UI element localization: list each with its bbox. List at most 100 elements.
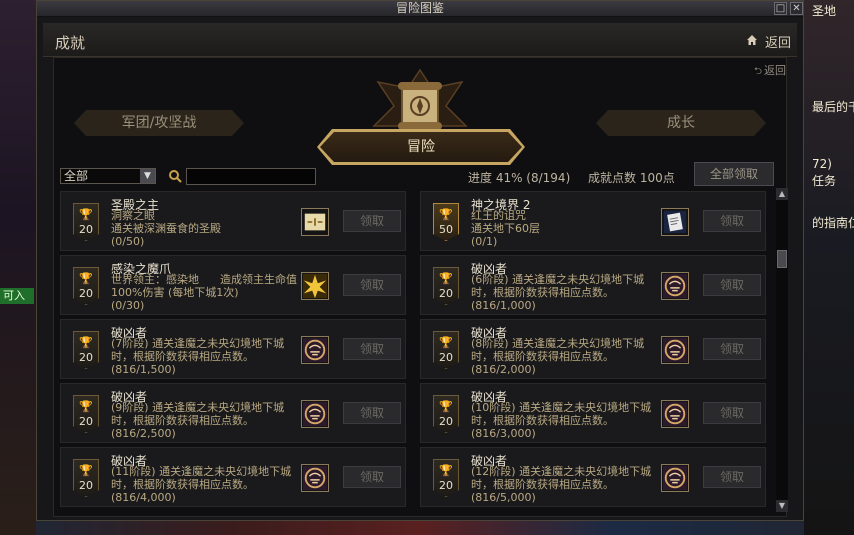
- reward-item[interactable]: [301, 208, 329, 236]
- achievement-progress: (0/50): [111, 235, 145, 248]
- achievement-description: 红王的诅咒 通关地下60层: [471, 209, 540, 235]
- achievement-description: 世界领主：感染地 造成领主生命值100%伤害 (每地下城1次): [111, 273, 297, 299]
- tab-growth[interactable]: 成长: [596, 110, 766, 136]
- bg-guide-text: 的指南仁: [812, 216, 854, 230]
- reward-item[interactable]: [301, 400, 329, 428]
- window-title: 冒险图鉴: [395, 1, 444, 15]
- achievement-points-badge: 🏆 20: [433, 459, 459, 497]
- header-back-button[interactable]: 返回: [765, 32, 791, 51]
- window-close-button[interactable]: ✕: [790, 2, 803, 15]
- achievement-points-badge: 🏆 20: [73, 459, 99, 497]
- trophy-icon: 🏆: [79, 272, 93, 285]
- scroll-up-icon[interactable]: ▲: [776, 188, 788, 200]
- map-scroll-icon: [302, 213, 328, 239]
- reward-item[interactable]: [661, 400, 689, 428]
- reward-item[interactable]: [661, 464, 689, 492]
- achievement-card: 🏆 20 圣殿之主 洞察之眼 通关被深渊蚕食的圣殿 (0/50) 领取: [60, 191, 406, 251]
- achievement-progress: (0/1): [471, 235, 498, 248]
- trophy-icon: 🏆: [439, 272, 453, 285]
- dropdown-value: 全部: [64, 169, 89, 183]
- claim-button[interactable]: 领取: [703, 210, 761, 232]
- reward-item[interactable]: [301, 272, 329, 300]
- chevron-down-icon[interactable]: ▼: [140, 169, 155, 183]
- achievement-points-badge: 🏆 20: [433, 395, 459, 433]
- scroll-down-icon[interactable]: ▼: [776, 500, 788, 512]
- achievement-progress: (816/4,000): [111, 491, 176, 504]
- claim-all-button[interactable]: 全部领取: [694, 162, 774, 186]
- bg-location-text: 圣地: [812, 4, 837, 18]
- bg-enter-tag: 可入: [0, 288, 34, 304]
- achievement-scrollbar[interactable]: ▲ ▼: [776, 188, 788, 512]
- claim-button[interactable]: 领取: [703, 402, 761, 424]
- home-icon[interactable]: [746, 34, 758, 46]
- achievement-card: 🏆 20 破凶者 (12阶段) 通关逢魔之未央幻境地下城时，根据阶数获得相应点数。 (8…: [420, 447, 766, 507]
- claim-button[interactable]: 领取: [343, 338, 401, 360]
- badge-points: 20: [439, 351, 453, 364]
- badge-points: 20: [79, 415, 93, 428]
- trophy-icon: 🏆: [79, 208, 93, 221]
- panel-header: 成就 返回: [43, 23, 797, 57]
- demon-seal-icon: [662, 401, 688, 431]
- demon-seal-icon: [662, 465, 688, 495]
- achievement-progress: (816/5,000): [471, 491, 536, 504]
- demon-seal-icon: [302, 337, 328, 367]
- reward-item[interactable]: [301, 464, 329, 492]
- bg-quest-level: 72): [812, 157, 832, 171]
- trophy-icon: 🏆: [79, 464, 93, 477]
- reward-item[interactable]: [661, 208, 689, 236]
- badge-points: 20: [79, 287, 93, 300]
- game-scene-left: [0, 0, 36, 535]
- achievement-description: (7阶段) 通关逢魔之未央幻境地下城时，根据阶数获得相应点数。: [111, 337, 285, 363]
- claim-button[interactable]: 领取: [343, 466, 401, 488]
- achievement-card: 🏆 20 破凶者 (7阶段) 通关逢魔之未央幻境地下城时，根据阶数获得相应点数。 (81…: [60, 319, 406, 379]
- reward-item[interactable]: [661, 336, 689, 364]
- achievement-description: 洞察之眼 通关被深渊蚕食的圣殿: [111, 209, 221, 235]
- page-title: 成就: [55, 34, 86, 52]
- reward-item[interactable]: [301, 336, 329, 364]
- bg-quest-text: 最后的千: [812, 100, 854, 114]
- claim-button[interactable]: 领取: [343, 210, 401, 232]
- search-input[interactable]: [186, 168, 316, 185]
- paper-note-icon: [662, 210, 688, 239]
- achievement-points-badge: 🏆 20: [73, 267, 99, 305]
- achievement-card: 🏆 20 破凶者 (10阶段) 通关逢魔之未央幻境地下城时，根据阶数获得相应点数。 (8…: [420, 383, 766, 443]
- trophy-icon: 🏆: [439, 400, 453, 413]
- achievement-card: 🏆 20 破凶者 (11阶段) 通关逢魔之未央幻境地下城时，根据阶数获得相应点数。 (8…: [60, 447, 406, 507]
- trophy-icon: 🏆: [79, 400, 93, 413]
- game-scene-right: [804, 0, 854, 535]
- search-icon[interactable]: [168, 169, 182, 183]
- bg-quest-label: 任务: [812, 174, 837, 188]
- achievement-points-badge: 🏆 20: [433, 331, 459, 369]
- achievement-points-badge: 🏆 20: [433, 267, 459, 305]
- achievement-points-badge: 🏆 20: [73, 331, 99, 369]
- window-titlebar[interactable]: 冒险图鉴 □ ✕: [37, 1, 803, 17]
- badge-points: 20: [79, 351, 93, 364]
- category-dropdown[interactable]: 全部 ▼: [60, 168, 156, 184]
- badge-points: 20: [439, 415, 453, 428]
- achievement-card: 🏆 20 破凶者 (8阶段) 通关逢魔之未央幻境地下城时，根据阶数获得相应点数。 (81…: [420, 319, 766, 379]
- achievement-description: (12阶段) 通关逢魔之未央幻境地下城时，根据阶数获得相应点数。: [471, 465, 652, 491]
- claim-button[interactable]: 领取: [703, 338, 761, 360]
- claim-button[interactable]: 领取: [343, 274, 401, 296]
- claim-button[interactable]: 领取: [703, 466, 761, 488]
- claim-button[interactable]: 领取: [343, 402, 401, 424]
- reward-item[interactable]: [661, 272, 689, 300]
- window-restore-button[interactable]: □: [774, 2, 787, 15]
- inner-back-label: 返回: [764, 64, 787, 77]
- trophy-icon: 🏆: [439, 464, 453, 477]
- achievement-card: 🏆 20 感染之魔爪 世界领主：感染地 造成领主生命值100%伤害 (每地下城1次)(…: [60, 255, 406, 315]
- scroll-thumb[interactable]: [777, 250, 787, 268]
- achievement-description: (10阶段) 通关逢魔之未央幻境地下城时，根据阶数获得相应点数。: [471, 401, 652, 427]
- achievement-panel: ⮌ 返回 军团/攻坚战 成长 冒险 全部 ▼ 进度 41% (8/194) 成就点…: [53, 57, 788, 517]
- badge-points: 20: [439, 287, 453, 300]
- demon-seal-icon: [662, 273, 688, 303]
- tab-adventure[interactable]: 冒险: [320, 132, 522, 162]
- inner-back-button[interactable]: ⮌ 返回: [754, 62, 786, 81]
- achievement-description: (9阶段) 通关逢魔之未央幻境地下城时，根据阶数获得相应点数。: [111, 401, 285, 427]
- achievement-card: 🏆 20 破凶者 (9阶段) 通关逢魔之未央幻境地下城时，根据阶数获得相应点数。 (81…: [60, 383, 406, 443]
- claim-button[interactable]: 领取: [703, 274, 761, 296]
- tab-legion-siege[interactable]: 军团/攻坚战: [74, 110, 244, 136]
- achievement-progress: (816/2,000): [471, 363, 536, 376]
- achievement-card: 🏆 20 破凶者 (6阶段) 通关逢魔之未央幻境地下城时，根据阶数获得相应点数。 (81…: [420, 255, 766, 315]
- achievement-points-badge: 🏆 20: [73, 203, 99, 241]
